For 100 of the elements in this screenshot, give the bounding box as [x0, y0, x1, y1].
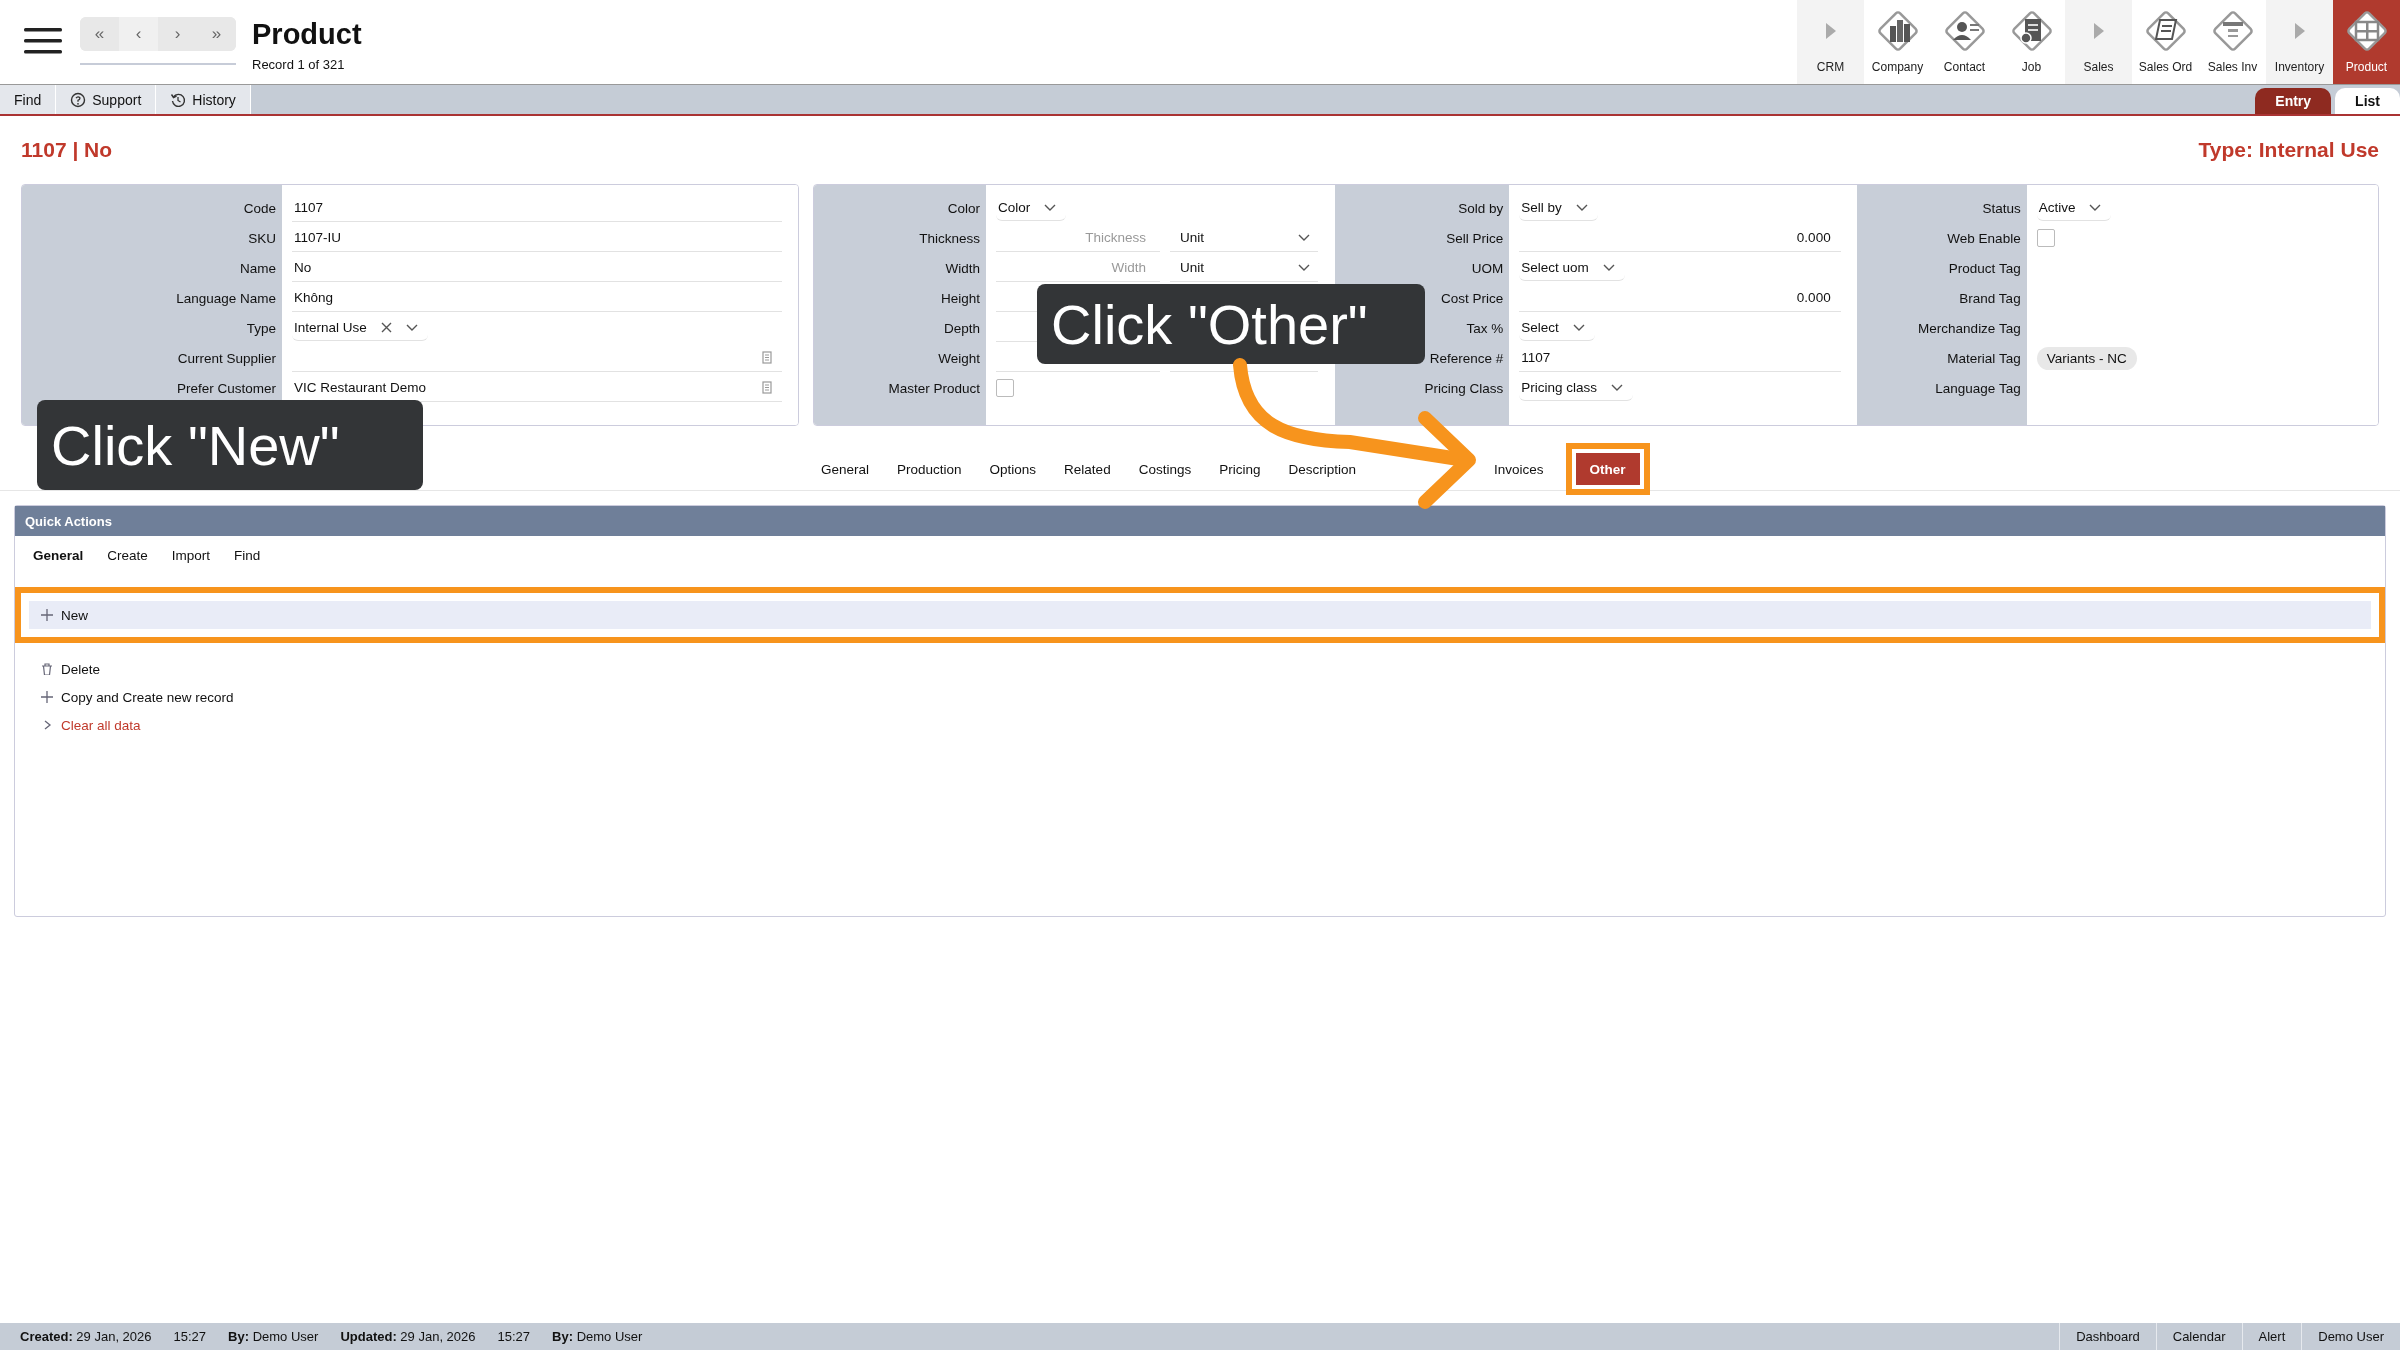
plus-icon: [41, 609, 53, 621]
chevron-icon: [1298, 233, 1310, 242]
panel-title: Quick Actions: [25, 513, 112, 529]
select-field[interactable]: Sell by: [1519, 195, 1598, 221]
select-field[interactable]: Pricing class: [1519, 375, 1634, 401]
select-field[interactable]: Color: [996, 195, 1067, 221]
input-field[interactable]: 1107: [292, 194, 782, 222]
field-label: Tax %: [1466, 320, 1504, 336]
field-label: Material Tag: [1947, 350, 2021, 366]
section-tab[interactable]: Pricing: [1205, 459, 1275, 479]
audit-info: Created: 29 Jan, 2026: [20, 1329, 152, 1344]
select-field[interactable]: Select: [1519, 315, 1595, 341]
module-button[interactable]: Product: [2333, 0, 2400, 84]
panel-tab[interactable]: Create: [97, 544, 158, 567]
footer-link[interactable]: Demo User: [2301, 1323, 2400, 1350]
field-label: Merchandize Tag: [1918, 320, 2021, 336]
footer-link[interactable]: Alert: [2241, 1323, 2302, 1350]
section-tab[interactable]: Options: [975, 459, 1051, 479]
footer-link[interactable]: Dashboard: [2059, 1323, 2156, 1350]
toolbar-button[interactable]: Support: [56, 85, 157, 114]
input-field[interactable]: 0.000: [1519, 224, 1841, 252]
chevron-icon: [1298, 263, 1310, 272]
tag-chip[interactable]: Variants - NC: [2036, 346, 2137, 370]
checkbox[interactable]: [996, 379, 1014, 397]
action-item[interactable]: Delete: [29, 655, 2371, 683]
record-heading: 1107 | No: [21, 138, 113, 162]
field-label: Prefer Customer: [176, 380, 276, 396]
input-field[interactable]: 1107-IU: [292, 224, 782, 252]
field-label: UOM: [1471, 260, 1504, 276]
audit-info: By: Demo User: [228, 1329, 319, 1344]
lookup-icon[interactable]: [762, 351, 772, 364]
panel-tab[interactable]: General: [23, 544, 94, 567]
view-tab[interactable]: List: [2335, 88, 2400, 114]
field-label: Status: [1982, 200, 2021, 216]
unit-select[interactable]: Unit: [1170, 254, 1318, 282]
field-label: Current Supplier: [177, 350, 276, 366]
triangle-icon: [2093, 23, 2104, 39]
section-tab[interactable]: Production: [883, 459, 976, 479]
section-tab[interactable]: General: [807, 459, 884, 479]
lookup-icon[interactable]: [762, 381, 772, 394]
chevron-icon: [2089, 203, 2102, 212]
select-field[interactable]: Active: [2036, 195, 2112, 221]
menu-icon[interactable]: [24, 28, 62, 54]
history-icon: [170, 91, 187, 108]
field-label: Type: [246, 320, 276, 336]
unit-select[interactable]: Unit: [1170, 224, 1318, 252]
record-counter: Record 1 of 321: [252, 57, 346, 72]
clear-icon[interactable]: [380, 322, 392, 333]
action-item[interactable]: Copy and Create new record: [29, 683, 2371, 711]
trash-icon: [41, 663, 53, 675]
triangle-icon: [2294, 23, 2305, 39]
audit-info: Updated: 29 Jan, 2026: [340, 1329, 476, 1344]
input-field[interactable]: 1107: [1519, 344, 1841, 372]
chevron-icon: [1575, 203, 1588, 212]
module-group-button[interactable]: Sales: [2065, 0, 2132, 84]
audit-info: By: Demo User: [552, 1329, 643, 1344]
section-tab[interactable]: Invoices: [1480, 459, 1558, 479]
panel-tab[interactable]: Find: [224, 544, 271, 567]
field-label: Width: [945, 260, 980, 276]
field-label: Brand Tag: [1959, 290, 2021, 306]
field-label: Weight: [938, 350, 980, 366]
audit-info: 15:27: [497, 1329, 531, 1344]
instruction-callout: Click "Other": [1037, 284, 1425, 364]
toolbar-button[interactable]: History: [156, 85, 251, 114]
section-tab[interactable]: Costings: [1124, 459, 1206, 479]
input-field[interactable]: No: [292, 254, 782, 282]
chevron-icon: [1044, 203, 1057, 212]
field-label: Code: [243, 200, 276, 216]
section-tab[interactable]: Other: [1575, 453, 1640, 485]
select-field[interactable]: Internal Use: [292, 315, 428, 341]
view-tab[interactable]: Entry: [2255, 88, 2332, 114]
record-type: Type: Internal Use: [2198, 138, 2379, 162]
field-label: Color: [947, 200, 980, 216]
field-label: Sold by: [1458, 200, 1504, 216]
field-label: Language Tag: [1935, 380, 2021, 396]
input-field[interactable]: 0.000: [1519, 284, 1841, 312]
section-tab[interactable]: Related: [1050, 459, 1125, 479]
action-item[interactable]: New: [29, 601, 2371, 629]
page-title: Product: [252, 18, 362, 51]
footer-link[interactable]: Calendar: [2155, 1323, 2242, 1350]
field-label: Name: [240, 260, 276, 276]
field-label: Language Name: [176, 290, 276, 306]
action-item[interactable]: Clear all data: [29, 711, 2371, 739]
field-label: Sell Price: [1446, 230, 1504, 246]
module-group-button[interactable]: CRM: [1797, 0, 1864, 84]
record-nav-button[interactable]: ‹: [119, 17, 158, 51]
audit-info: 15:27: [173, 1329, 207, 1344]
module-group-button[interactable]: Inventory: [2266, 0, 2333, 84]
chevron-icon: [405, 323, 418, 332]
field-label: Master Product: [888, 380, 980, 396]
input-field[interactable]: Không: [292, 284, 782, 312]
chevron-icon: [1602, 263, 1615, 272]
checkbox[interactable]: [2036, 229, 2055, 247]
panel-tab[interactable]: Import: [161, 544, 221, 567]
toolbar-button[interactable]: Find: [0, 85, 57, 114]
field-label: Cost Price: [1441, 290, 1504, 306]
select-field[interactable]: Select uom: [1519, 255, 1625, 281]
field-label: Height: [940, 290, 980, 306]
field-label: Product Tag: [1948, 260, 2021, 276]
section-tab[interactable]: Description: [1274, 459, 1370, 479]
